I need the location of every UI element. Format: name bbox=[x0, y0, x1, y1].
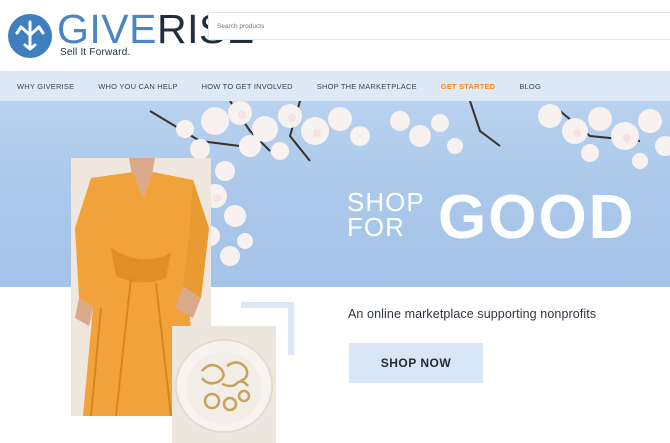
jewelry-bowl-photo bbox=[172, 326, 276, 443]
giverise-logo-icon bbox=[8, 14, 52, 58]
nav-item-get-started[interactable]: GET STARTED bbox=[441, 82, 496, 91]
search-input[interactable] bbox=[208, 12, 670, 40]
hero-tagline: An online marketplace supporting nonprof… bbox=[348, 307, 597, 321]
logo[interactable]: GIVERISE Sell It Forward. bbox=[7, 6, 254, 59]
nav-item-how-to-get-involved[interactable]: HOW TO GET INVOLVED bbox=[202, 82, 293, 91]
shop-now-button[interactable]: SHOP NOW bbox=[349, 343, 483, 383]
nav-item-why-giverise[interactable]: WHY GIVERISE bbox=[17, 82, 74, 91]
hero-for-text: FOR bbox=[347, 212, 405, 242]
nav-item-shop-the-marketplace[interactable]: SHOP THE MARKETPLACE bbox=[317, 82, 417, 91]
site-header: GIVERISE Sell It Forward. bbox=[0, 0, 670, 68]
brand-name-give: GIVE bbox=[57, 6, 157, 52]
hero-good-text: GOOD bbox=[438, 183, 636, 252]
brand-tagline: Sell It Forward. bbox=[60, 47, 131, 58]
nav-item-who-you-can-help[interactable]: WHO YOU CAN HELP bbox=[98, 82, 177, 91]
jewelry-illustration bbox=[172, 326, 276, 443]
main-nav: WHY GIVERISE WHO YOU CAN HELP HOW TO GET… bbox=[0, 71, 670, 101]
nav-item-blog[interactable]: BLOG bbox=[519, 82, 541, 91]
